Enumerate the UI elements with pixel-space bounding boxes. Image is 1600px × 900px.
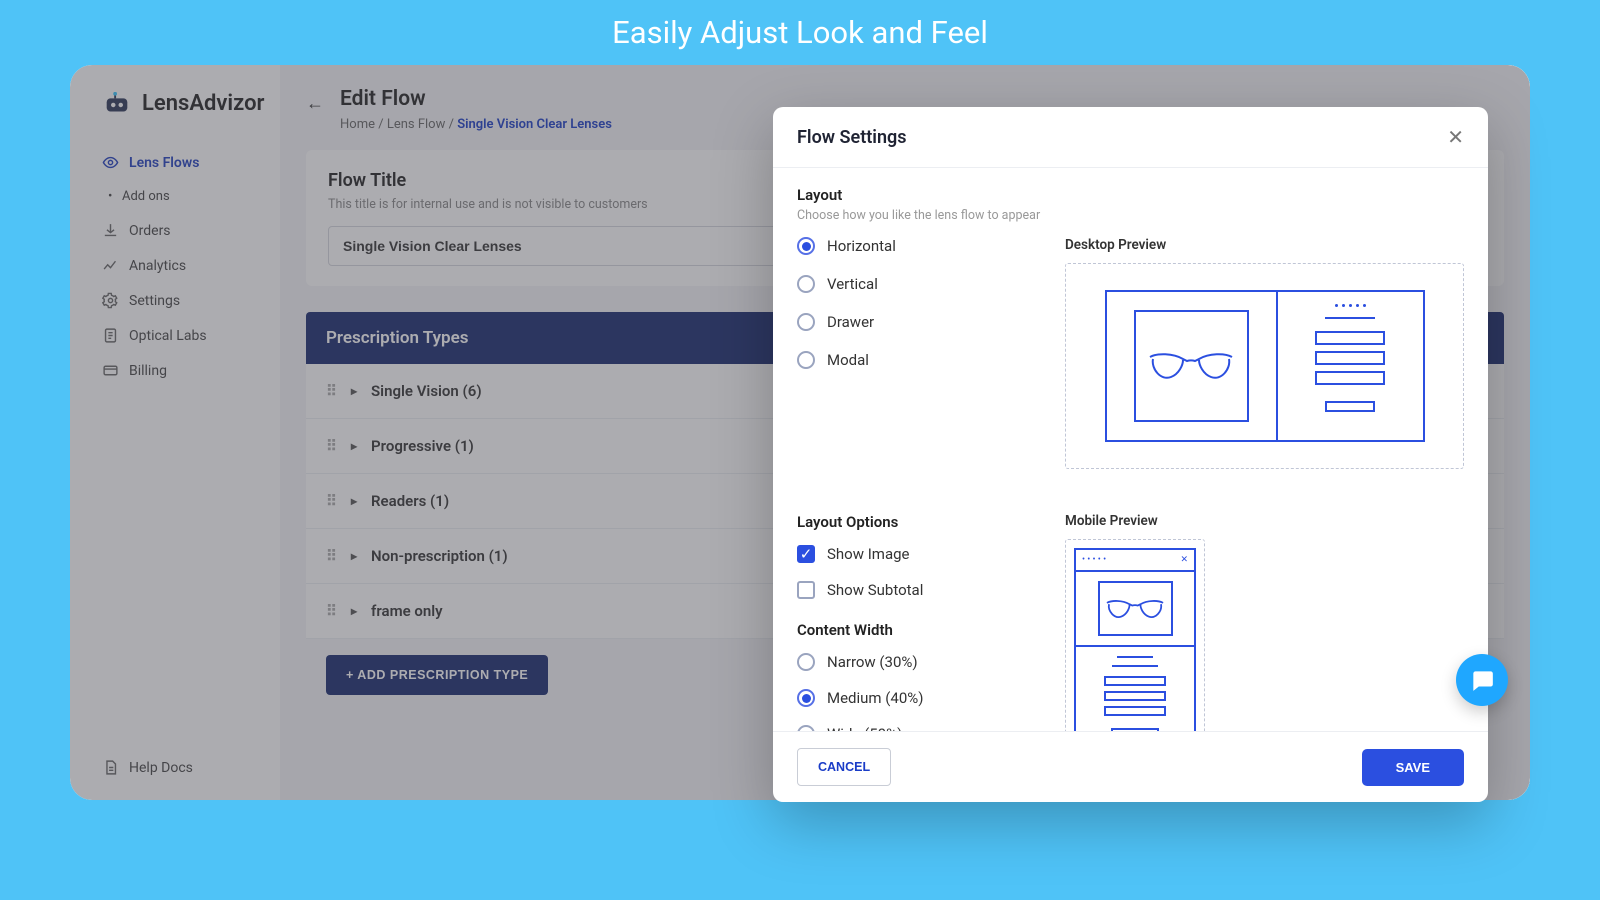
mobile-preview-label: Mobile Preview (1065, 513, 1464, 529)
chat-icon (1469, 667, 1495, 693)
glasses-icon (1103, 596, 1167, 622)
hero-title: Easily Adjust Look and Feel (0, 0, 1600, 61)
flow-settings-modal: Flow Settings ✕ Layout Choose how you li… (773, 107, 1488, 802)
checkbox-off-icon (797, 581, 815, 599)
modal-header: Flow Settings ✕ (773, 107, 1488, 168)
radio-off-icon (797, 351, 815, 369)
opt-show-subtotal[interactable]: Show Subtotal (797, 581, 1037, 599)
radio-on-icon (797, 237, 815, 255)
modal-footer: CANCEL SAVE (773, 731, 1488, 802)
width-radio-group: Narrow (30%) Medium (40%) Wide (50%) (797, 653, 1037, 731)
radio-off-icon (797, 313, 815, 331)
layout-section-title: Layout (797, 186, 1464, 204)
opt-show-image[interactable]: ✓Show Image (797, 545, 1037, 563)
layout-opt-drawer[interactable]: Drawer (797, 313, 1037, 331)
width-opt-narrow[interactable]: Narrow (30%) (797, 653, 1037, 671)
save-button[interactable]: SAVE (1362, 749, 1464, 786)
close-icon[interactable]: ✕ (1447, 125, 1464, 149)
layout-radio-group: Horizontal Vertical Drawer Modal (797, 237, 1037, 369)
desktop-preview (1065, 263, 1464, 469)
width-opt-medium[interactable]: Medium (40%) (797, 689, 1037, 707)
radio-on-icon (797, 689, 815, 707)
mobile-preview: • • • • •✕ (1065, 539, 1205, 731)
layout-opt-horizontal[interactable]: Horizontal (797, 237, 1037, 255)
modal-body: Layout Choose how you like the lens flow… (773, 168, 1488, 731)
content-width-title: Content Width (797, 621, 1037, 639)
layout-opt-modal[interactable]: Modal (797, 351, 1037, 369)
radio-off-icon (797, 275, 815, 293)
desktop-preview-label: Desktop Preview (1065, 237, 1464, 253)
layout-opt-vertical[interactable]: Vertical (797, 275, 1037, 293)
radio-off-icon (797, 653, 815, 671)
glasses-icon (1145, 347, 1237, 385)
chat-fab[interactable] (1456, 654, 1508, 706)
layout-options-title: Layout Options (797, 513, 1037, 531)
cancel-button[interactable]: CANCEL (797, 748, 891, 786)
modal-title: Flow Settings (797, 127, 907, 148)
checkbox-on-icon: ✓ (797, 545, 815, 563)
layout-section-sub: Choose how you like the lens flow to app… (797, 208, 1464, 223)
